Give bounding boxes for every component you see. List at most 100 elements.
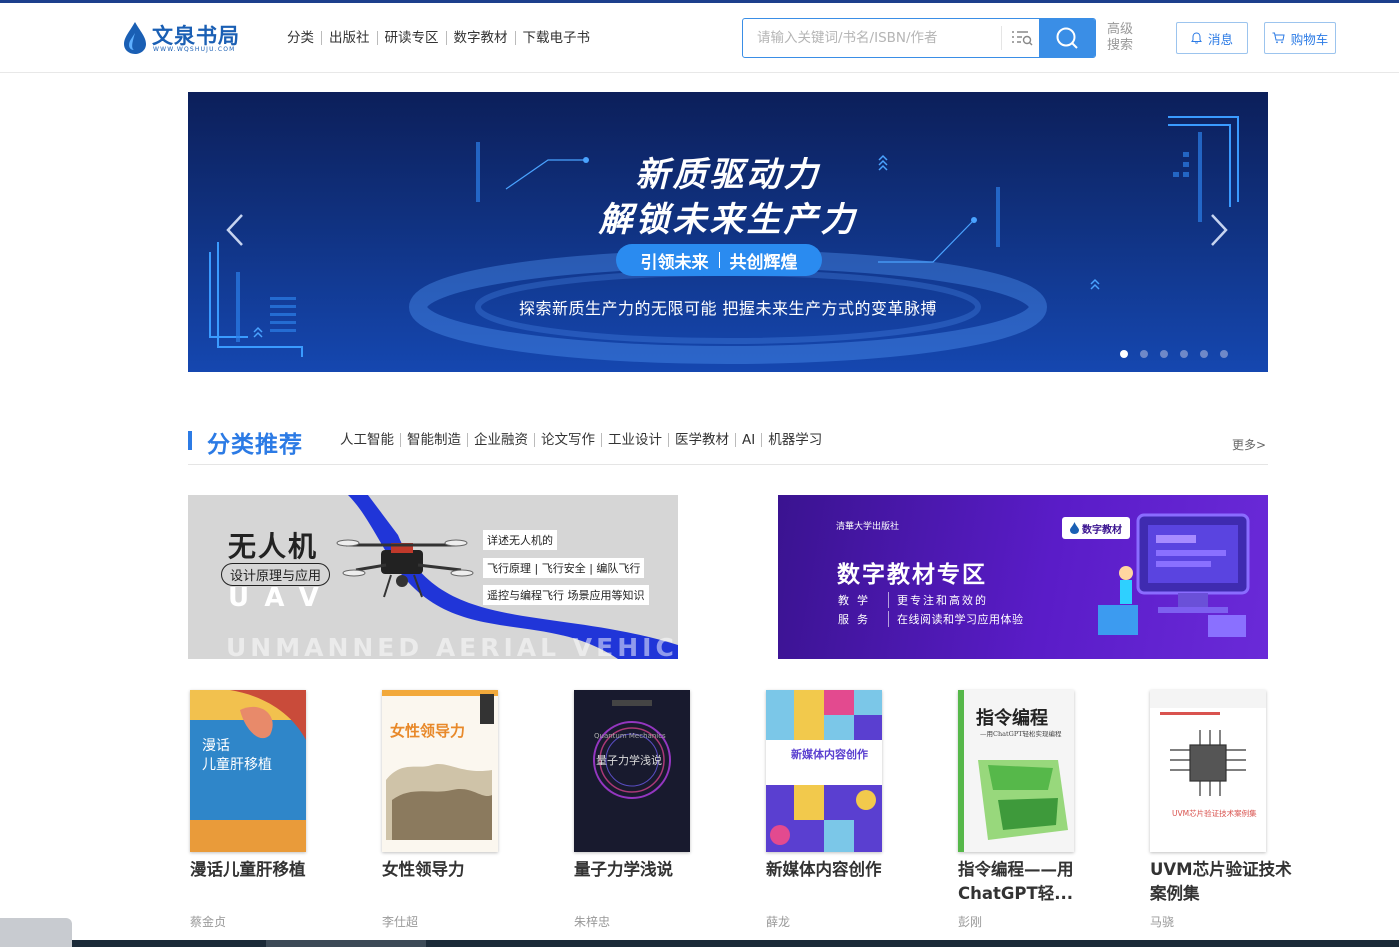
book-author[interactable]: 薛龙 — [766, 913, 790, 930]
category-tag[interactable]: 工业设计 — [602, 433, 669, 447]
cover-subtitle: Quantum Mechanics — [594, 732, 666, 740]
category-tag[interactable]: 人工智能 — [334, 433, 401, 447]
chevron-left-icon — [226, 214, 243, 246]
book-cover[interactable]: 新媒体内容创作 — [766, 690, 882, 852]
cart-icon — [1272, 32, 1285, 44]
drone-illustration — [336, 539, 474, 598]
uav-tag: 详述无人机的 — [483, 530, 557, 550]
banner-title-line2: 解锁未来生产力 — [598, 200, 858, 240]
more-link[interactable]: 更多> — [1232, 436, 1266, 453]
cover-art — [1150, 690, 1266, 796]
bottom-toolbar-segment — [266, 940, 426, 947]
cover-title: 指令编程 — [976, 708, 1048, 729]
carousel-dot[interactable] — [1220, 350, 1228, 358]
promo-banner-digital-textbooks[interactable]: 清華大学出版社 数字教材 数字教材专区 教学 更专注和高效的 服务 在线阅读和学… — [778, 495, 1268, 659]
water-drop-icon — [1070, 522, 1079, 534]
book-title[interactable]: 女性领导力 — [382, 858, 532, 882]
logo-subtext: WWW.WQSHUJU.COM — [153, 46, 236, 53]
search-input[interactable] — [743, 19, 1001, 57]
site-header: 文泉书局 WWW.WQSHUJU.COM 分类 出版社 研读专区 数字教材 下载… — [0, 3, 1399, 73]
book-cover[interactable]: Quantum Mechanics 量子力学浅说 — [574, 690, 690, 852]
digital-zone-row: 教学 更专注和高效的 — [838, 592, 988, 608]
book-cover[interactable]: 女性领导力 — [382, 690, 498, 852]
cover-subtitle: —用ChatGPT轻松实现编程 — [980, 730, 1062, 738]
category-tag[interactable]: 医学教材 — [669, 433, 736, 447]
cover-title: 量子力学浅说 — [596, 754, 662, 767]
book-cover[interactable]: 指令编程 —用ChatGPT轻松实现编程 — [958, 690, 1074, 852]
nav-item-category[interactable]: 分类 — [280, 31, 322, 45]
chevron-right-icon — [1211, 214, 1228, 246]
cover-title: 女性领导力 — [390, 722, 466, 740]
section-accent-bar — [188, 431, 192, 450]
book-author[interactable]: 蔡金贞 — [190, 913, 226, 930]
carousel-dot[interactable] — [1160, 350, 1168, 358]
book-cover[interactable]: 漫话 儿童肝移植 — [190, 690, 306, 852]
carousel-dot[interactable] — [1180, 350, 1188, 358]
uav-tag: 遥控与编程飞行 场景应用等知识 — [483, 585, 649, 605]
floating-widget[interactable] — [0, 918, 72, 947]
cart-button[interactable]: 购物车 — [1264, 22, 1336, 54]
carousel-dot[interactable] — [1140, 350, 1148, 358]
list-search-icon — [1011, 31, 1032, 46]
advanced-search-link[interactable]: 高级搜索 — [1107, 22, 1137, 54]
carousel-dot[interactable] — [1200, 350, 1208, 358]
book-author[interactable]: 彭刚 — [958, 913, 982, 930]
carousel-dot[interactable] — [1120, 350, 1128, 358]
uav-title: 无人机 — [228, 530, 319, 563]
row-key: 教学 — [838, 594, 876, 607]
digital-zone-row: 服务 在线阅读和学习应用体验 — [838, 611, 1024, 627]
book-title[interactable]: UVM芯片验证技术案例集 — [1150, 858, 1300, 906]
site-logo[interactable]: 文泉书局 WWW.WQSHUJU.COM — [122, 19, 252, 59]
nav-item-publisher[interactable]: 出版社 — [322, 31, 378, 45]
category-title: 分类推荐 — [207, 432, 303, 458]
row-key: 服务 — [838, 613, 876, 626]
carousel-next-button[interactable] — [1206, 210, 1232, 250]
banner-title-line1: 新质驱动力 — [635, 155, 821, 195]
uav-letters: UAV — [228, 583, 335, 613]
category-tag[interactable]: 机器学习 — [762, 433, 828, 447]
nav-item-download-ebook[interactable]: 下载电子书 — [516, 31, 598, 45]
messages-button[interactable]: 消息 — [1176, 22, 1248, 54]
book-title[interactable]: 漫话儿童肝移植 — [190, 858, 340, 882]
uav-background-text: UNMANNED AERIAL VEHICLE — [226, 633, 678, 659]
messages-label: 消息 — [1207, 31, 1233, 47]
bell-icon — [1191, 32, 1202, 44]
uav-tag: 飞行原理 | 飞行安全 | 编队飞行 — [483, 558, 645, 578]
book-title[interactable]: 指令编程——用ChatGPT轻... — [958, 858, 1108, 906]
main-nav: 分类 出版社 研读专区 数字教材 下载电子书 — [280, 29, 597, 47]
bottom-toolbar — [0, 940, 1399, 947]
book-author[interactable]: 朱梓忠 — [574, 913, 610, 930]
nav-item-digital-textbooks[interactable]: 数字教材 — [447, 31, 516, 45]
row-value: 在线阅读和学习应用体验 — [888, 611, 1024, 627]
search-icon — [1056, 27, 1078, 49]
category-tags: 人工智能 智能制造 企业融资 论文写作 工业设计 医学教材 AI 机器学习 — [334, 433, 828, 447]
banner-slogan-pill: 引领未来 共创辉煌 — [616, 244, 822, 276]
row-value: 更专注和高效的 — [888, 592, 988, 608]
search-filter-button[interactable] — [1001, 26, 1041, 50]
category-tag[interactable]: 企业融资 — [468, 433, 535, 447]
banner-slogan-right: 共创辉煌 — [729, 252, 798, 273]
nav-item-study-zone[interactable]: 研读专区 — [378, 31, 447, 45]
cover-art — [593, 700, 671, 799]
category-tag[interactable]: 智能制造 — [401, 433, 468, 447]
book-title[interactable]: 新媒体内容创作 — [766, 858, 916, 882]
book-cover[interactable]: UVM芯片验证技术案例集 — [1150, 690, 1266, 852]
search-box — [742, 18, 1096, 58]
category-tag[interactable]: AI — [736, 433, 763, 447]
book-author[interactable]: 马骁 — [1150, 913, 1174, 930]
promo-banner-uav[interactable]: 无人机 设计原理与应用 UAV UNMANNED AERIAL VEHICLE … — [188, 495, 678, 659]
cover-title: 新媒体内容创作 — [791, 748, 868, 761]
digital-textbook-badge: 数字教材 — [1062, 517, 1130, 539]
search-button[interactable] — [1039, 19, 1095, 57]
book-author[interactable]: 李仕超 — [382, 913, 418, 930]
category-tag[interactable]: 论文写作 — [535, 433, 602, 447]
banner-slogan-left: 引领未来 — [640, 252, 709, 273]
category-section-header: 分类推荐 人工智能 智能制造 企业融资 论文写作 工业设计 医学教材 AI 机器… — [188, 425, 1268, 465]
cover-title: 漫话 儿童肝移植 — [202, 738, 272, 773]
book-title[interactable]: 量子力学浅说 — [574, 858, 724, 882]
carousel-prev-button[interactable] — [222, 210, 248, 250]
cart-label: 购物车 — [1290, 31, 1329, 47]
slogan-divider — [718, 252, 720, 268]
badge-label: 数字教材 — [1082, 524, 1122, 536]
hero-carousel[interactable]: 新质驱动力 解锁未来生产力 引领未来 共创辉煌 探索新质生产力的无限可能 把握未… — [188, 92, 1268, 372]
